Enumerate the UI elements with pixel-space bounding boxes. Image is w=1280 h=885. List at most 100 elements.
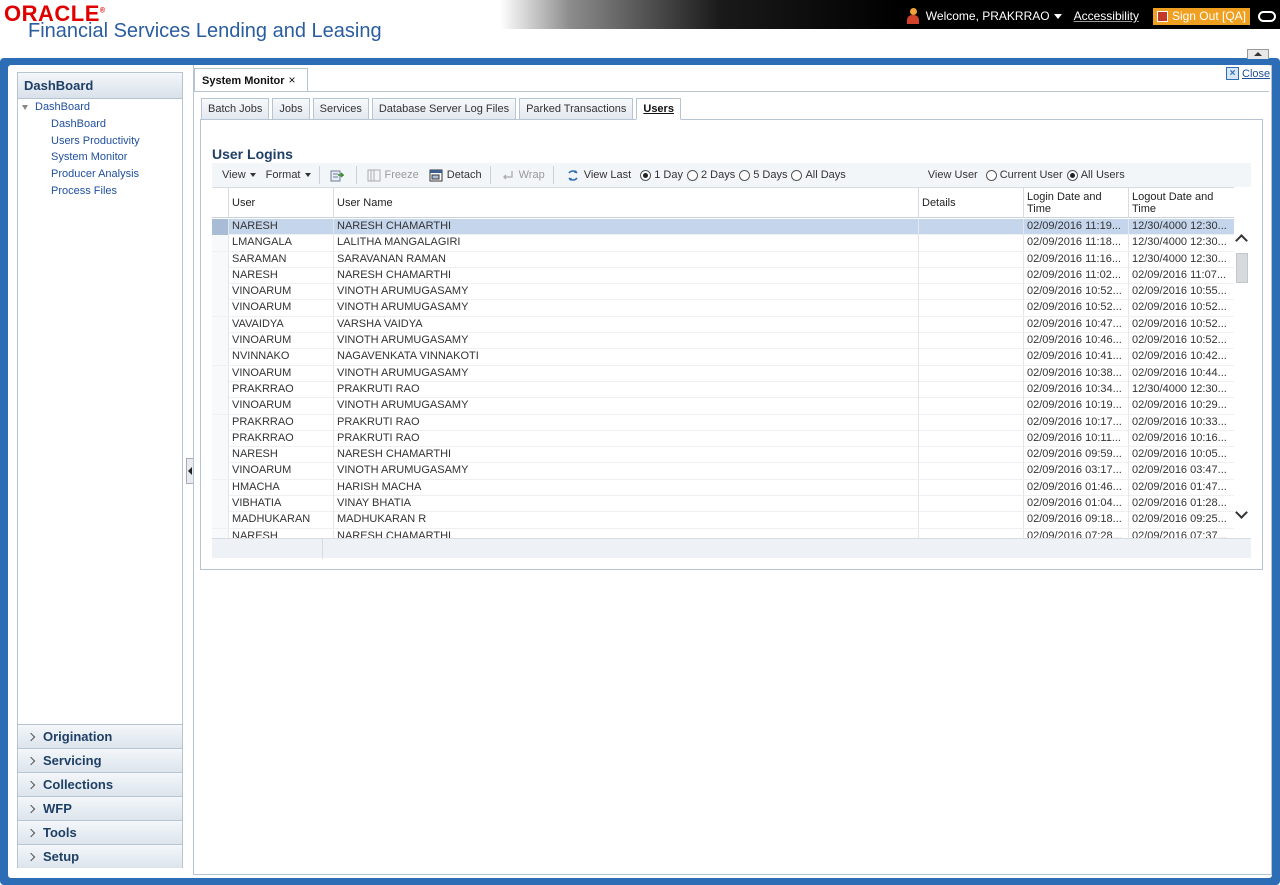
table-row[interactable]: VINOARUM VINOTH ARUMUGASAMY 02/09/2016 10:…	[212, 365, 1234, 382]
accordion-origination[interactable]: Origination	[18, 724, 182, 748]
table-row[interactable]: NARESH NARESH CHAMARTHI 02/09/2016 07:28..…	[212, 528, 1234, 538]
table-row[interactable]: VIBHATIA VINAY BHATIA 02/09/2016 01:04... 0…	[212, 496, 1234, 513]
row-selector[interactable]	[212, 316, 228, 333]
radio-current-user[interactable]: Current User	[985, 169, 1067, 181]
sidebar-item-dashboard[interactable]: DashBoard	[51, 118, 106, 130]
welcome-user-menu[interactable]: Welcome, PRAKRRAO	[926, 9, 1050, 23]
column-header-user[interactable]: User	[228, 188, 334, 218]
export-button[interactable]	[330, 169, 348, 182]
tab-parked-transactions[interactable]: Parked Transactions	[519, 98, 634, 120]
radio-button[interactable]	[985, 169, 997, 181]
radio-1-day[interactable]: 1 Day	[640, 169, 687, 181]
table-row[interactable]: VAVAIDYA VARSHA VAIDYA 02/09/2016 10:47...…	[212, 316, 1234, 334]
accessibility-link[interactable]: Accessibility	[1074, 9, 1139, 23]
radio-button[interactable]	[791, 169, 803, 181]
radio-all-days[interactable]: All Days	[791, 169, 849, 181]
scroll-down-icon[interactable]	[1235, 506, 1248, 519]
close-tab-icon[interactable]: ×	[289, 73, 296, 87]
row-selector[interactable]	[212, 512, 228, 529]
table-row[interactable]: PRAKRRAO PRAKRUTI RAO 02/09/2016 10:11... 0…	[212, 430, 1234, 448]
table-row[interactable]: VINOARUM VINOTH ARUMUGASAMY 02/09/2016 10:…	[212, 300, 1234, 317]
accordion-collections[interactable]: Collections	[18, 772, 182, 796]
scroll-thumb[interactable]	[1236, 253, 1248, 283]
row-selector[interactable]	[212, 333, 228, 350]
table-row[interactable]: HMACHA HARISH MACHA 02/09/2016 01:46... 02/…	[212, 479, 1234, 497]
tab-users[interactable]: Users	[636, 98, 681, 120]
accordion-setup[interactable]: Setup	[18, 844, 182, 868]
row-selector[interactable]	[212, 251, 228, 268]
accordion-wfp[interactable]: WFP	[18, 796, 182, 820]
view-menu[interactable]: View	[222, 169, 256, 181]
column-header-login-date[interactable]: Login Date and Time	[1023, 188, 1129, 218]
tab-system-monitor[interactable]: System Monitor ×	[194, 68, 308, 91]
table-row[interactable]: NARESH NARESH CHAMARTHI 02/09/2016 11:19..…	[212, 219, 1234, 236]
row-selector[interactable]	[212, 381, 228, 398]
row-selector[interactable]	[212, 447, 228, 464]
cell-user: VINOARUM	[228, 463, 334, 480]
freeze-button[interactable]: Freeze	[367, 169, 419, 182]
radio-button[interactable]	[686, 169, 698, 181]
tab-jobs[interactable]: Jobs	[272, 98, 310, 120]
wrap-button[interactable]: Wrap	[501, 169, 545, 182]
row-selector[interactable]	[212, 528, 228, 538]
row-selector[interactable]	[212, 414, 228, 431]
radio-2-days[interactable]: 2 Days	[686, 169, 739, 181]
column-header-logout-date[interactable]: Logout Date and Time	[1128, 188, 1234, 218]
cell-user-name: NAGAVENKATA VINNAKOTI	[333, 349, 919, 366]
detach-button[interactable]: Detach	[429, 169, 482, 182]
row-selector[interactable]	[212, 463, 228, 480]
cell-login-date: 02/09/2016 01:46...	[1023, 479, 1129, 496]
row-selector[interactable]	[212, 219, 228, 235]
format-menu[interactable]: Format	[266, 169, 311, 181]
cell-logout-date: 02/09/2016 10:42...	[1128, 349, 1234, 366]
table-row[interactable]: LMANGALA LALITHA MANGALAGIRI 02/09/2016 11…	[212, 235, 1234, 252]
column-header-user-name[interactable]: User Name	[333, 188, 919, 218]
radio-all-users[interactable]: All Users	[1066, 169, 1129, 181]
tab-database-server-log-files[interactable]: Database Server Log Files	[371, 98, 517, 120]
radio-button[interactable]	[640, 169, 652, 181]
sidebar-item-process-files[interactable]: Process Files	[51, 185, 117, 197]
close-button[interactable]: × Close	[1226, 67, 1270, 80]
sidebar-item-system-monitor[interactable]: System Monitor	[51, 151, 127, 163]
row-selector[interactable]	[212, 300, 228, 317]
accordion-tools[interactable]: Tools	[18, 820, 182, 844]
table-row[interactable]: VINOARUM VINOTH ARUMUGASAMY 02/09/2016 03:…	[212, 463, 1234, 480]
table-row[interactable]: PRAKRRAO PRAKRUTI RAO 02/09/2016 10:17... 0…	[212, 414, 1234, 431]
radio-button[interactable]	[1066, 169, 1078, 181]
chevron-down-icon[interactable]	[1053, 13, 1062, 19]
tree-root-dashboard[interactable]: DashBoard	[22, 101, 90, 113]
row-selector[interactable]	[212, 398, 228, 415]
cell-user-name: NARESH CHAMARTHI	[333, 447, 919, 464]
row-selector[interactable]	[212, 267, 228, 284]
table-row[interactable]: SARAMAN SARAVANAN RAMAN 02/09/2016 11:16..…	[212, 251, 1234, 268]
row-selector[interactable]	[212, 235, 228, 252]
view-last-button[interactable]: View Last	[566, 169, 631, 182]
row-selector[interactable]	[212, 365, 228, 382]
table-row[interactable]: MADHUKARAN MADHUKARAN R 02/09/2016 09:18..…	[212, 512, 1234, 529]
row-selector[interactable]	[212, 284, 228, 301]
row-selector[interactable]	[212, 349, 228, 366]
tree-expand-icon[interactable]	[22, 104, 28, 110]
table-row[interactable]: NARESH NARESH CHAMARTHI 02/09/2016 09:59..…	[212, 447, 1234, 464]
table-row[interactable]: NARESH NARESH CHAMARTHI 02/09/2016 11:02..…	[212, 267, 1234, 285]
table-row[interactable]: PRAKRRAO PRAKRUTI RAO 02/09/2016 10:34... 1…	[212, 381, 1234, 399]
row-selector[interactable]	[212, 479, 228, 496]
sidebar-item-producer-analysis[interactable]: Producer Analysis	[51, 168, 139, 180]
accordion-servicing[interactable]: Servicing	[18, 748, 182, 772]
row-selector[interactable]	[212, 430, 228, 447]
radio-5-days[interactable]: 5 Days	[739, 169, 791, 181]
column-header-details[interactable]: Details	[918, 188, 1024, 218]
table-row[interactable]: NVINNAKO NAGAVENKATA VINNAKOTI 02/09/2016 …	[212, 349, 1234, 366]
radio-button[interactable]	[739, 169, 751, 181]
table-row[interactable]: VINOARUM VINOTH ARUMUGASAMY 02/09/2016 10:…	[212, 284, 1234, 301]
table-row[interactable]: VINOARUM VINOTH ARUMUGASAMY 02/09/2016 10:…	[212, 398, 1234, 415]
sidebar-item-users-productivity[interactable]: Users Productivity	[51, 135, 140, 147]
sign-out-button[interactable]: Sign Out [QA]	[1152, 7, 1250, 25]
vertical-scrollbar[interactable]	[1234, 187, 1251, 538]
tab-services[interactable]: Services	[312, 98, 369, 120]
scroll-up-icon[interactable]	[1235, 234, 1248, 247]
row-selector[interactable]	[212, 496, 228, 513]
collapse-header-button[interactable]	[1247, 49, 1269, 59]
tab-batch-jobs[interactable]: Batch Jobs	[201, 98, 270, 120]
table-row[interactable]: VINOARUM VINOTH ARUMUGASAMY 02/09/2016 10:…	[212, 333, 1234, 350]
